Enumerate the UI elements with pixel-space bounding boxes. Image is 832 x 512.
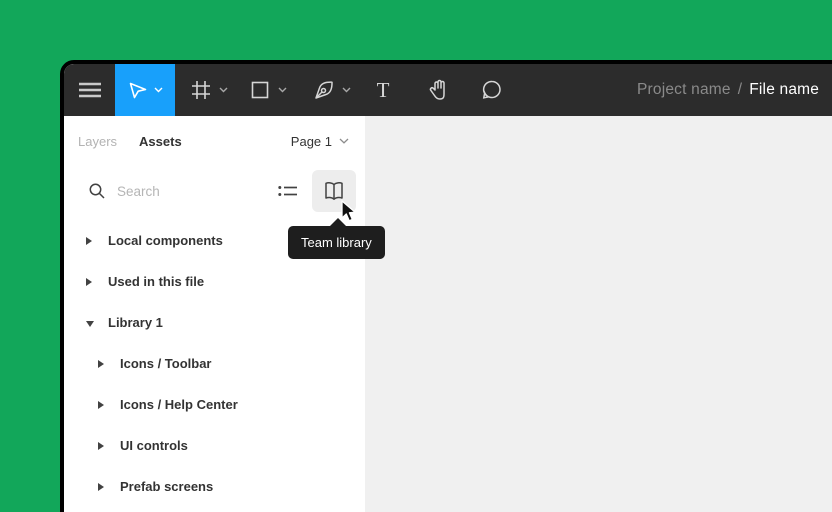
tab-layers[interactable]: Layers bbox=[78, 134, 117, 149]
hand-icon bbox=[429, 79, 445, 100]
tree-item-icons-toolbar[interactable]: Icons / Toolbar bbox=[64, 343, 365, 384]
list-view-button[interactable] bbox=[272, 175, 304, 207]
search-icon bbox=[89, 183, 105, 199]
svg-text:T: T bbox=[377, 78, 390, 102]
tree-item-label: Icons / Help Center bbox=[120, 397, 238, 412]
tree-item-label: Prefab screens bbox=[120, 479, 214, 494]
chevron-expanded-icon[interactable] bbox=[86, 321, 94, 327]
page-selector[interactable]: Page 1 bbox=[291, 134, 349, 149]
breadcrumb-separator: / bbox=[737, 81, 743, 98]
team-library-tooltip: Team library bbox=[288, 218, 385, 259]
tree-item-label: Local components bbox=[108, 233, 223, 248]
chevron-collapsed-icon[interactable] bbox=[98, 401, 104, 409]
breadcrumb: Project name / File name bbox=[637, 64, 819, 116]
tree-item-used-in-this-file[interactable]: Used in this file bbox=[64, 261, 365, 302]
tree-item-label: Icons / Toolbar bbox=[120, 356, 212, 371]
assets-tree: Local components Used in this file Library… bbox=[64, 220, 365, 507]
breadcrumb-project-name[interactable]: Project name bbox=[637, 81, 731, 99]
chevron-collapsed-icon[interactable] bbox=[98, 360, 104, 368]
comment-tool-button[interactable] bbox=[480, 64, 504, 116]
tab-assets[interactable]: Assets bbox=[139, 134, 182, 149]
pen-tool-button[interactable] bbox=[311, 64, 351, 116]
move-cursor-icon bbox=[129, 82, 147, 99]
frame-grid-icon bbox=[191, 81, 210, 99]
figma-app: { "colors": { "background_green": "#12A7… bbox=[0, 0, 832, 512]
frame-tool-button[interactable] bbox=[188, 64, 228, 116]
shape-tool-button[interactable] bbox=[247, 64, 287, 116]
chevron-collapsed-icon[interactable] bbox=[98, 442, 104, 450]
tree-item-label: Library 1 bbox=[108, 315, 163, 330]
page-selector-label: Page 1 bbox=[290, 133, 332, 149]
tree-item-ui-controls[interactable]: UI controls bbox=[64, 425, 365, 466]
design-canvas[interactable] bbox=[365, 116, 832, 512]
search-row bbox=[64, 166, 365, 216]
tree-item-prefab-screens[interactable]: Prefab screens bbox=[64, 466, 365, 507]
comment-bubble-icon bbox=[482, 80, 501, 99]
hand-tool-button[interactable] bbox=[427, 64, 451, 116]
main-menu-button[interactable] bbox=[64, 64, 115, 116]
left-sidebar: Layers Assets Page 1 Search Local compon… bbox=[64, 116, 385, 512]
chevron-down-icon bbox=[154, 87, 163, 93]
hamburger-menu-icon bbox=[78, 82, 101, 98]
text-tool-button[interactable]: T bbox=[371, 64, 395, 116]
sidebar-tabs-row: Layers Assets Page 1 bbox=[64, 116, 365, 166]
chevron-down-icon bbox=[342, 87, 350, 93]
pen-icon bbox=[314, 81, 333, 99]
chevron-down-icon bbox=[219, 87, 227, 93]
chevron-collapsed-icon[interactable] bbox=[98, 483, 104, 491]
team-library-book-icon bbox=[325, 182, 343, 200]
chevron-down-icon bbox=[278, 87, 286, 93]
tree-item-label: Used in this file bbox=[108, 274, 205, 289]
search-input[interactable] bbox=[117, 183, 272, 199]
chevron-collapsed-icon[interactable] bbox=[86, 278, 92, 286]
figma-window: T Project name / File name Layers Assets… bbox=[60, 60, 832, 512]
tree-item-icons-help-center[interactable]: Icons / Help Center bbox=[64, 384, 365, 425]
text-icon: T bbox=[377, 78, 390, 102]
tree-item-library-1[interactable]: Library 1 bbox=[64, 302, 365, 343]
mouse-cursor-icon bbox=[341, 200, 356, 222]
list-view-icon bbox=[278, 186, 297, 196]
app-body: Layers Assets Page 1 Search Local compon… bbox=[64, 116, 832, 512]
chevron-down-icon bbox=[339, 138, 349, 144]
rectangle-icon bbox=[251, 81, 268, 99]
toolbar: T Project name / File name bbox=[64, 64, 832, 116]
move-tool-button[interactable] bbox=[115, 64, 175, 116]
breadcrumb-file-name[interactable]: File name bbox=[749, 81, 819, 99]
tree-item-label: UI controls bbox=[120, 438, 188, 453]
chevron-collapsed-icon[interactable] bbox=[86, 237, 92, 245]
